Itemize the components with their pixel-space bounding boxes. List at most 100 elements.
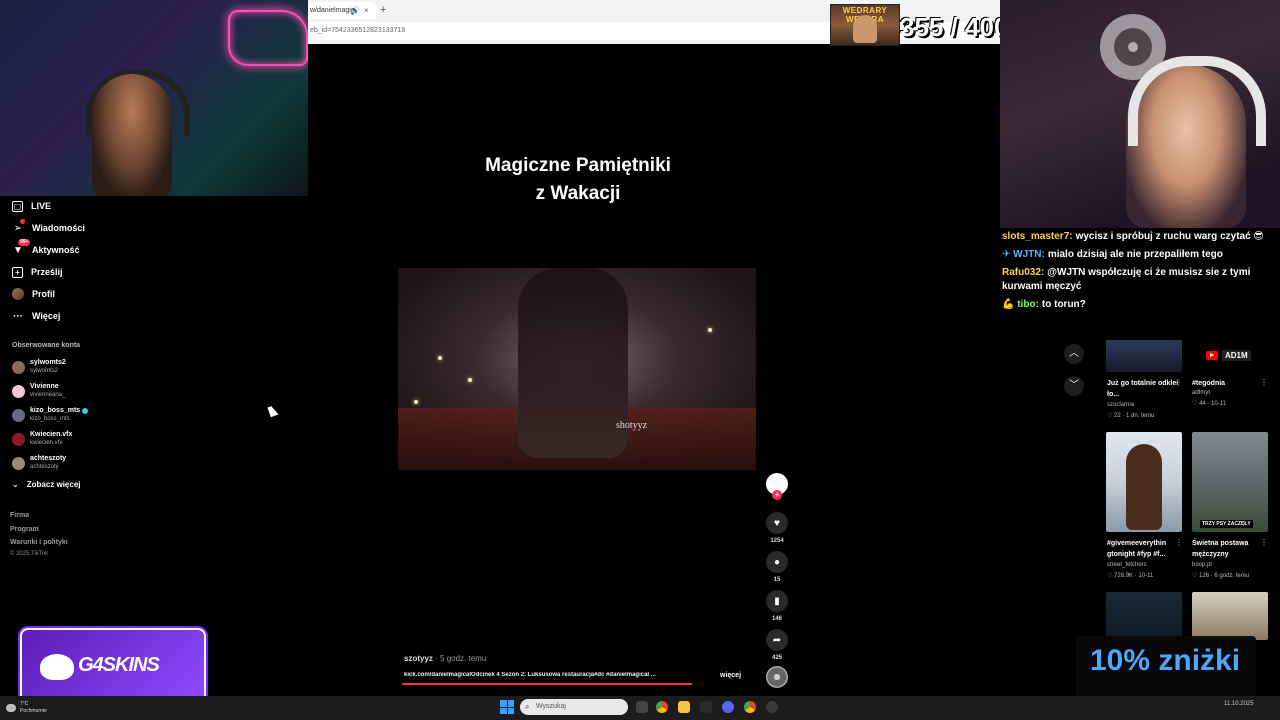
activity-icon: ▼ 99+ [13,239,31,256]
nav-item-live[interactable]: ▢ LIVE [12,197,51,215]
video-card-user[interactable]: street_fetchers [1107,562,1147,568]
more-link[interactable]: więcej [720,672,741,679]
more-icon: ··· [13,310,23,322]
video-scene-light [414,400,418,404]
followed-account[interactable]: Vivienne vivienneana_ [12,382,65,400]
video-scene-person [518,268,628,458]
music-disc-icon[interactable] [766,666,788,688]
followed-account[interactable]: kizo_boss_mts kizo_boss_mts [12,406,89,424]
more-options-icon[interactable]: ⋮ [1175,538,1183,547]
weather-temp: 7°C [20,701,29,707]
video-title-line1: Magiczne Pamiętniki [485,155,671,176]
video-card-title[interactable]: #tegodnia [1192,378,1268,389]
nav-item-profile[interactable]: Profil [12,285,55,303]
video-thumbnail[interactable] [1106,592,1182,640]
video-thumbnail[interactable] [1106,340,1182,372]
new-tab-button[interactable]: + [380,2,386,19]
nav-item-upload[interactable]: + Prześlij [12,263,63,281]
search-icon: ⌕ [525,702,530,711]
stream-chat: slots_master7: wycisz i spróbuj z ruchu w… [1002,230,1278,316]
video-card-title[interactable]: #givemeeverythin gtonight #fyp #f... [1107,538,1183,560]
video-card-user[interactable]: boop.pl [1192,562,1212,568]
video-player[interactable]: shotyyz [398,268,756,470]
previous-video-button[interactable]: ︿ [1064,344,1084,364]
weather-widget[interactable]: 7°C Pochmurnie [6,701,47,715]
nav-item-messages[interactable]: ➢ Wiadomości [12,219,85,237]
avatar [12,456,25,470]
video-card-meta: ♡ 728.9K · 10-11 [1107,573,1154,579]
like-button[interactable]: ♥ 1254 [766,512,788,544]
chat-text: to torun? [1041,299,1086,310]
thumbnail-caption: TRZY PSY ZACZĘŁY [1200,520,1253,528]
video-card-meta: ♡ 126 · 6 godz. temu [1192,573,1250,579]
video-progress-bar[interactable] [402,683,692,685]
video-thumbnail[interactable] [1106,432,1182,532]
more-options-icon[interactable]: ⋮ [1260,378,1268,387]
upload-icon: + [12,266,23,278]
followed-account[interactable]: achteszoty achteszoty [12,454,66,472]
neon-bull-sign [228,10,308,66]
nav-label: Więcej [32,311,61,321]
youtube-badge: AD1M [1206,350,1251,361]
video-card-title[interactable]: Świetna postawa mężczyzny [1192,538,1268,560]
counter-emote-image: WEDRARY WEZARA [830,4,900,46]
footer-link-terms[interactable]: Warunki i polityki [10,539,68,546]
video-thumbnail[interactable] [1192,592,1268,640]
app-icon[interactable] [700,701,712,713]
speaker-icon[interactable]: 🔊 [350,2,360,19]
weather-desc: Pochmurnie [20,708,47,714]
thumbnail-person [1126,444,1162,530]
progress-fill [402,683,692,685]
followed-account[interactable]: Kwiecien.vfx kwiecien.vfx [12,430,72,448]
more-options-icon[interactable]: ⋮ [1260,538,1268,547]
video-card-user[interactable]: adfmyt [1192,390,1210,396]
save-button[interactable]: ▮ 146 [766,590,788,622]
streamer-person [92,74,172,196]
app-icon[interactable] [766,701,778,713]
see-more-button[interactable]: ⌄ Zobacz więcej [12,480,81,489]
tab-title: w/danielmagic [310,7,355,14]
share-button[interactable]: ➦ 425 [766,629,788,661]
taskbar-search[interactable]: ⌕ Wyszukaj [520,699,628,715]
browser-tab[interactable]: w/danielmagic 🔊 × [308,2,376,19]
video-card-meta: ♡ 22 · 1 dn. temu [1107,413,1155,419]
youtube-badge-text: AD1M [1222,350,1251,361]
start-button[interactable] [500,700,514,714]
video-card-user[interactable]: szoclarnia [1107,402,1134,408]
account-name: achteszoty [30,455,67,462]
nav-label: Profil [32,289,56,299]
video-author[interactable]: szotyyz · 5 godz. temu [404,654,486,663]
more-options-icon[interactable]: ⋮ [1175,378,1183,387]
footer-link-program[interactable]: Program [10,526,39,533]
search-placeholder: Wyszukaj [536,703,566,710]
nav-item-more[interactable]: ··· Więcej [12,307,60,325]
mouse-cursor [267,404,279,418]
video-card-title[interactable]: Już go totalnie odklei​ło... [1107,378,1183,400]
folder-icon[interactable] [678,701,690,713]
profile-avatar [12,288,24,300]
follow-plus-icon[interactable]: + [772,490,782,500]
next-video-button[interactable]: ﹀ [1064,376,1084,396]
notification-dot [20,219,25,224]
chat-message: Rafu032: @WJTN współczuję ci że musisz si… [1002,266,1278,294]
discord-icon[interactable] [722,701,734,713]
video-scene-light [468,378,472,382]
heart-icon: ♥ [766,512,788,534]
headset [1128,56,1266,146]
comment-button[interactable]: ● 15 [766,551,788,583]
account-handle: kwiecien.vfx [30,440,63,446]
nav-item-activity[interactable]: ▼ 99+ Aktywność [12,239,80,259]
video-thumbnail[interactable]: TRZY PSY ZACZĘŁY [1192,432,1268,532]
footer-link-company[interactable]: Firma [10,512,29,519]
task-view-icon[interactable] [636,701,648,713]
chrome-icon[interactable] [656,701,668,713]
account-handle: sylwomts2 [30,368,59,374]
account-handle: achteszoty [30,464,59,470]
close-tab-icon[interactable]: × [364,2,369,19]
verified-icon [82,407,89,414]
nav-label: Wiadomości [32,223,85,233]
followed-account[interactable]: sylwomts2 sylwomts2 [12,358,66,376]
video-card-meta: ♡ 44 · 10-11 [1192,401,1226,407]
activity-badge: 99+ [18,239,31,246]
chrome-icon[interactable] [744,701,756,713]
